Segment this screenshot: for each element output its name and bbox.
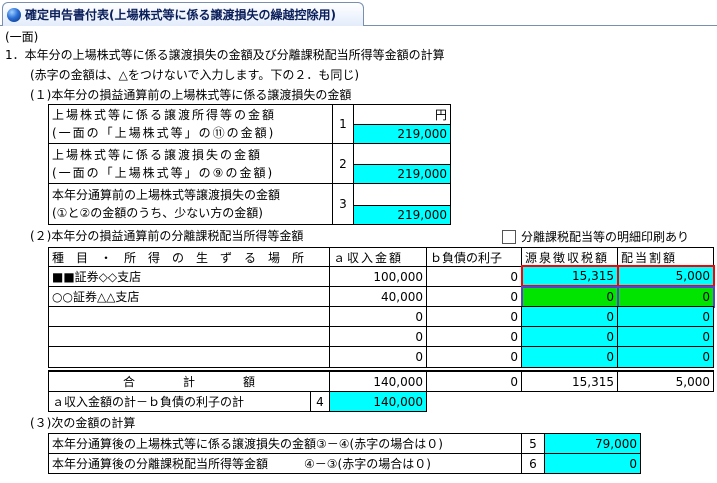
net-number: 4 [310, 391, 330, 412]
part3-row6-label: 本年分通算後の分離課税配当所得等金額 ④－③(赤字の場合は０) [48, 453, 522, 474]
table-row-4-dividend[interactable]: 0 [617, 326, 714, 347]
table-row-3-withholding-tax[interactable]: 0 [521, 306, 618, 327]
part1-row3-label: 本年分通算前の上場株式等譲渡損失の金額 (①と②の金額のうち、少ない方の金額) [48, 183, 333, 225]
part3-row5-number: 5 [521, 433, 545, 454]
col-header-interest: ｂ負債の利子 [426, 247, 522, 267]
tab-title: 確定申告書付表(上場株式等に係る譲渡損失の繰越控除用) [25, 8, 336, 22]
table-row-5-income: 0 [329, 346, 427, 368]
print-details-option[interactable]: 分離課税配当等の明細印刷あり [502, 228, 689, 245]
table-row-1-place[interactable]: ■■証券◇◇支店 [48, 266, 330, 287]
part1-row1-number: 1 [332, 104, 354, 144]
part1-row2-number: 2 [332, 143, 354, 184]
col-header-withholding-tax: 源泉徴収税額 [521, 247, 618, 267]
part1-row2-blank [353, 143, 451, 165]
part1-row1-value[interactable]: 219,000 [353, 124, 451, 144]
table-row-4-withholding-tax[interactable]: 0 [521, 326, 618, 347]
table-row-3-dividend[interactable]: 0 [617, 306, 714, 327]
total-label: 合 計 額 [48, 370, 330, 392]
col-header-kind: 種 目 ・ 所 得 の 生 ず る 場 所 [48, 247, 330, 267]
table-row-1-interest: 0 [426, 266, 522, 287]
table-row-2-dividend[interactable]: 0 [617, 286, 715, 308]
table-row-3-place[interactable] [48, 306, 330, 327]
net-label: ａ収入金額の計－ｂ負債の利子の計 [48, 391, 311, 412]
part1-row3-blank [353, 183, 451, 206]
part3-row5-label: 本年分通算後の上場株式等に係る譲渡損失の金額③－④(赤字の場合は０) [48, 433, 522, 454]
col-header-income: ａ収入金額 [329, 247, 427, 267]
part2-heading: (２)本年分の損益通算前の分離課税配当所得等金額 [30, 229, 304, 243]
table-row-1-income: 100,000 [329, 266, 427, 287]
part1-row2-label: 上場株式等に係る譲渡損失の金額 (一面の「上場株式等」の⑨の金額) [48, 143, 333, 184]
table-row-5-dividend[interactable]: 0 [617, 346, 714, 368]
print-details-label: 分離課税配当等の明細印刷あり [521, 230, 690, 244]
blue-orb-icon [7, 7, 21, 22]
total-income: 140,000 [329, 370, 427, 392]
table-row-3-income: 0 [329, 306, 427, 327]
table-row-2-interest: 0 [426, 286, 522, 307]
table-row-3-interest: 0 [426, 306, 522, 327]
part3-row6-number: 6 [521, 453, 545, 474]
section1-note: (赤字の金額は、△をつけないで入力します。下の２．も同じ) [30, 68, 360, 82]
total-dividend: 5,000 [617, 370, 714, 392]
part3-row5-value[interactable]: 79,000 [544, 433, 641, 454]
table-row-4-income: 0 [329, 326, 427, 347]
part1-unit-label: 円 [353, 104, 451, 125]
part1-heading: (１)本年分の損益通算前の上場株式等に係る譲渡損失の金額 [30, 88, 352, 102]
part1-row3-value[interactable]: 219,000 [353, 205, 451, 225]
print-details-checkbox[interactable] [502, 229, 516, 244]
table-row-1-withholding-tax[interactable]: 15,315 [521, 265, 619, 287]
section1-heading: 1．本年分の上場株式等に係る譲渡損失の金額及び分離課税配当所得等金額の計算 [5, 48, 445, 62]
net-value[interactable]: 140,000 [329, 391, 427, 412]
part3-row6-value[interactable]: 0 [544, 453, 641, 474]
part1-row2-value[interactable]: 219,000 [353, 164, 451, 184]
table-row-5-interest: 0 [426, 346, 522, 368]
table-row-1-dividend[interactable]: 5,000 [617, 265, 715, 287]
form-tab[interactable]: 確定申告書付表(上場株式等に係る譲渡損失の繰越控除用) [2, 2, 364, 26]
table-row-2-income: 40,000 [329, 286, 427, 307]
table-row-5-place[interactable] [48, 346, 330, 368]
part3-heading: (３)次の金額の計算 [30, 416, 136, 430]
table-row-2-place[interactable]: ○○証券△△支店 [48, 286, 330, 307]
table-row-4-interest: 0 [426, 326, 522, 347]
table-row-4-place[interactable] [48, 326, 330, 347]
total-interest: 0 [426, 370, 522, 392]
table-row-2-withholding-tax[interactable]: 0 [521, 286, 619, 308]
part1-row3-number: 3 [332, 183, 354, 225]
table-row-5-withholding-tax[interactable]: 0 [521, 346, 618, 368]
total-withholding-tax: 15,315 [521, 370, 618, 392]
part1-row1-label: 上場株式等に係る譲渡所得等の金額 (一面の「上場株式等」の⑪の金額) [48, 104, 333, 144]
page-label: (一面) [5, 30, 39, 44]
col-header-dividend: 配当割額 [617, 247, 714, 267]
